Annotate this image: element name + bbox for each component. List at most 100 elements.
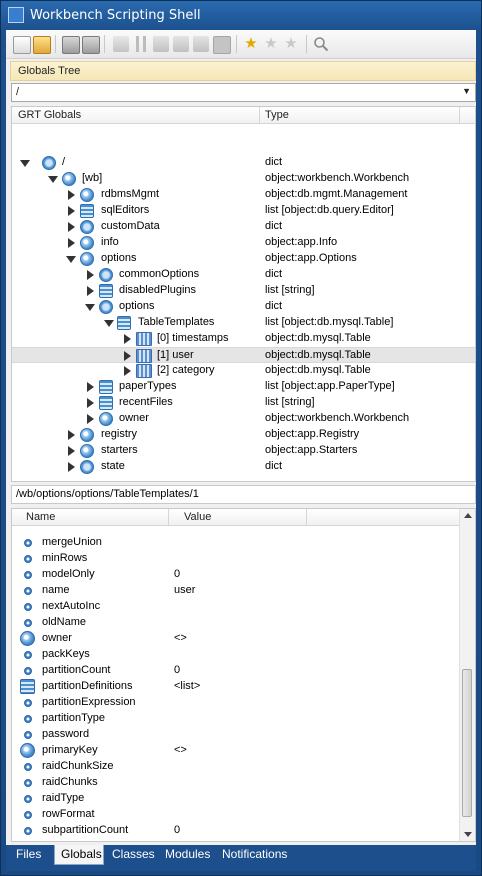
collapsed-arrow-icon[interactable]	[87, 382, 94, 392]
tree-row[interactable]: sqlEditors list [object:db.query.Editor]	[12, 203, 475, 219]
property-row[interactable]: subpartitionCount 0	[12, 823, 461, 839]
pause-icon[interactable]	[133, 36, 149, 52]
tab-modules[interactable]: Modules	[165, 845, 219, 865]
collapsed-arrow-icon[interactable]	[124, 366, 131, 376]
tree-row[interactable]: starters object:app.Starters	[12, 443, 475, 459]
open-file-icon[interactable]	[33, 36, 51, 54]
expanded-arrow-icon[interactable]	[66, 256, 76, 263]
save-icon[interactable]	[62, 36, 80, 54]
property-row[interactable]: minRows	[12, 551, 461, 567]
bookmark-remove-icon[interactable]: ★	[283, 36, 299, 52]
tree-row[interactable]: registry object:app.Registry	[12, 427, 475, 443]
property-row[interactable]: mergeUnion	[12, 535, 461, 551]
tree-row[interactable]: rdbmsMgmt object:db.mgmt.Management	[12, 187, 475, 203]
tree-row[interactable]: owner object:workbench.Workbench	[12, 411, 475, 427]
save-all-icon[interactable]	[82, 36, 100, 54]
path-field[interactable]: /wb/options/options/TableTemplates/1	[11, 485, 476, 504]
chevron-down-icon[interactable]: ▼	[462, 86, 471, 96]
step-into-icon[interactable]	[173, 36, 189, 52]
search-icon[interactable]	[313, 36, 329, 52]
col-grt-globals[interactable]: GRT Globals	[18, 109, 81, 121]
expanded-arrow-icon[interactable]	[104, 320, 114, 327]
collapsed-arrow-icon[interactable]	[68, 222, 75, 232]
tree-row[interactable]: commonOptions dict	[12, 267, 475, 283]
property-row[interactable]: packKeys	[12, 647, 461, 663]
collapsed-arrow-icon[interactable]	[87, 398, 94, 408]
property-row[interactable]: modelOnly 0	[12, 567, 461, 583]
step-out-icon[interactable]	[193, 36, 209, 52]
collapsed-arrow-icon[interactable]	[124, 351, 131, 361]
property-row[interactable]: nextAutoInc	[12, 599, 461, 615]
object-icon	[80, 428, 94, 442]
property-row[interactable]: oldName	[12, 615, 461, 631]
col-type[interactable]: Type	[265, 109, 289, 121]
tree-row[interactable]: recentFiles list [string]	[12, 395, 475, 411]
bookmark-add-icon[interactable]: ★	[243, 36, 259, 52]
tree-type: object:db.mgmt.Management	[265, 188, 408, 200]
collapsed-arrow-icon[interactable]	[87, 286, 94, 296]
collapsed-arrow-icon[interactable]	[68, 206, 75, 216]
collapsed-arrow-icon[interactable]	[68, 446, 75, 456]
tree-row[interactable]: [wb] object:workbench.Workbench	[12, 171, 475, 187]
column-divider[interactable]	[306, 509, 307, 525]
property-row[interactable]: owner <>	[12, 631, 461, 647]
tree-row[interactable]: [2] category object:db.mysql.Table	[12, 363, 475, 379]
tab-globals[interactable]: Globals	[54, 845, 104, 865]
properties-list[interactable]: Name Value mergeUnion minRows modelOnly 0…	[11, 508, 476, 842]
expanded-arrow-icon[interactable]	[48, 176, 58, 183]
scroll-thumb[interactable]	[462, 669, 472, 817]
tree-row[interactable]: disabledPlugins list [string]	[12, 283, 475, 299]
execute-icon[interactable]	[113, 36, 129, 52]
property-row[interactable]: raidChunkSize	[12, 759, 461, 775]
tree-row[interactable]: options object:app.Options	[12, 251, 475, 267]
property-row[interactable]: partitionCount 0	[12, 663, 461, 679]
property-row[interactable]: rowFormat	[12, 807, 461, 823]
scroll-up-icon[interactable]	[464, 513, 472, 518]
column-divider[interactable]	[459, 107, 460, 123]
tree-label: commonOptions	[119, 268, 200, 280]
collapsed-arrow-icon[interactable]	[68, 190, 75, 200]
bookmark-icon[interactable]: ★	[263, 36, 279, 52]
stop-icon[interactable]	[213, 36, 231, 54]
tree-row[interactable]: paperTypes list [object:app.PaperType]	[12, 379, 475, 395]
new-file-icon[interactable]	[13, 36, 31, 54]
title-bar[interactable]: Workbench Scripting Shell	[1, 1, 481, 30]
tab-notifications[interactable]: Notifications	[222, 845, 302, 865]
column-divider[interactable]	[168, 509, 169, 525]
property-row[interactable]: primaryKey <>	[12, 743, 461, 759]
globals-selector[interactable]: / ▼	[11, 83, 476, 102]
collapsed-arrow-icon[interactable]	[87, 414, 94, 424]
tree-row[interactable]: / dict	[12, 155, 475, 171]
collapsed-arrow-icon[interactable]	[68, 430, 75, 440]
tree-row[interactable]: TableTemplates list [object:db.mysql.Tab…	[12, 315, 475, 331]
property-row[interactable]: partitionDefinitions <list>	[12, 679, 461, 695]
column-divider[interactable]	[259, 107, 260, 123]
tab-classes[interactable]: Classes	[112, 845, 162, 865]
expanded-arrow-icon[interactable]	[20, 160, 30, 167]
property-row[interactable]: raidChunks	[12, 775, 461, 791]
property-row[interactable]: subpartitionExpression	[12, 839, 461, 841]
tree-row-selected[interactable]: [1] user object:db.mysql.Table	[12, 347, 475, 363]
property-row[interactable]: name user	[12, 583, 461, 599]
property-row[interactable]: partitionExpression	[12, 695, 461, 711]
tree-row[interactable]: options dict	[12, 299, 475, 315]
scroll-down-icon[interactable]	[464, 832, 472, 837]
step-icon[interactable]	[153, 36, 169, 52]
collapsed-arrow-icon[interactable]	[68, 238, 75, 248]
tree-row[interactable]: [0] timestamps object:db.mysql.Table	[12, 331, 475, 347]
tab-files[interactable]: Files	[16, 845, 50, 865]
expanded-arrow-icon[interactable]	[85, 304, 95, 311]
property-row[interactable]: password	[12, 727, 461, 743]
collapsed-arrow-icon[interactable]	[124, 334, 131, 344]
globals-tree[interactable]: GRT Globals Type / dict [wb] object:work…	[11, 106, 476, 482]
tree-row[interactable]: info object:app.Info	[12, 235, 475, 251]
col-name[interactable]: Name	[26, 511, 55, 523]
col-value[interactable]: Value	[184, 511, 211, 523]
tree-row[interactable]: customData dict	[12, 219, 475, 235]
collapsed-arrow-icon[interactable]	[68, 462, 75, 472]
collapsed-arrow-icon[interactable]	[87, 270, 94, 280]
tree-row[interactable]: state dict	[12, 459, 475, 475]
property-row[interactable]: partitionType	[12, 711, 461, 727]
property-row[interactable]: raidType	[12, 791, 461, 807]
vertical-scrollbar[interactable]	[459, 509, 475, 841]
